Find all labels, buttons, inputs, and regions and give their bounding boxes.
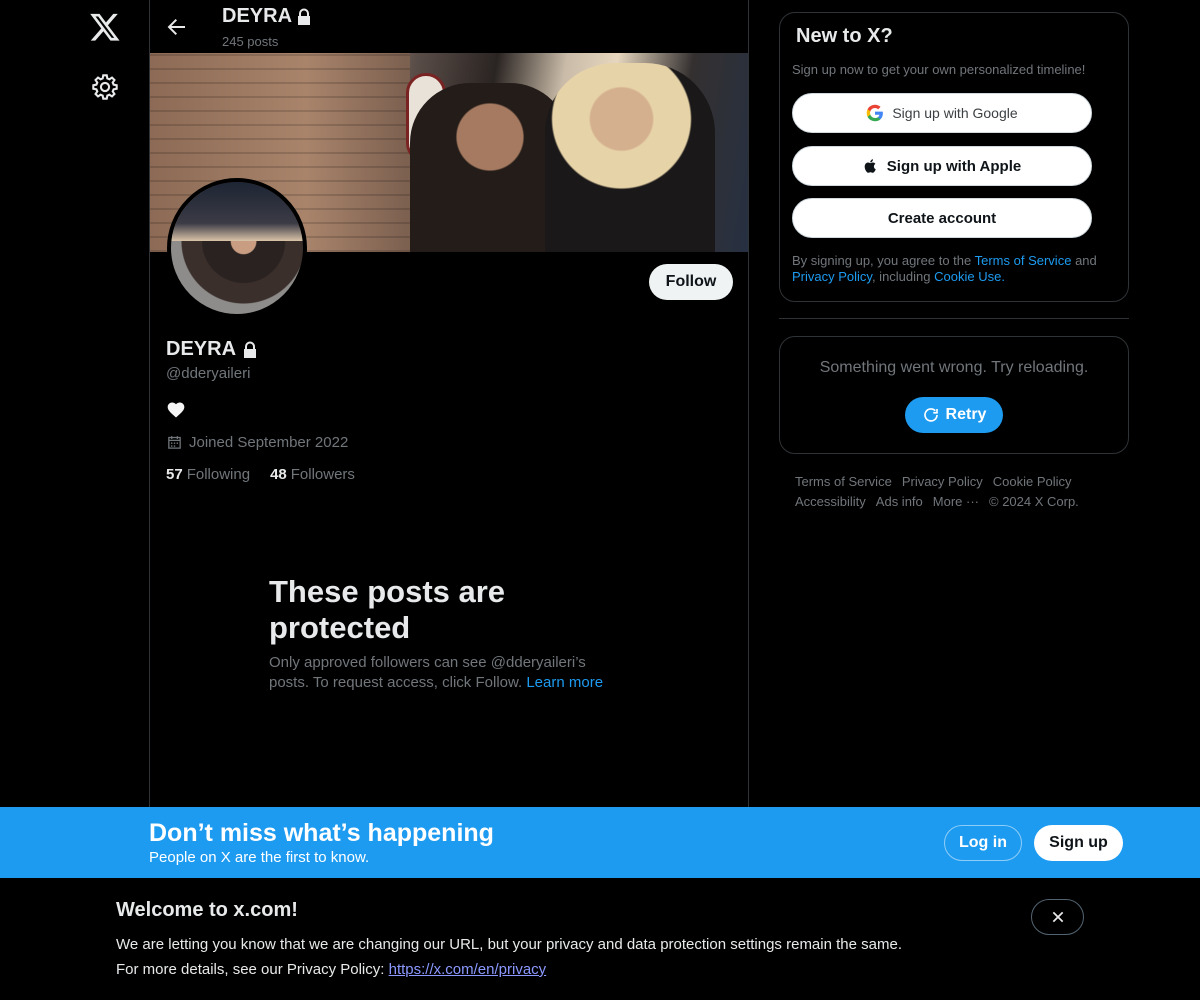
footer-terms[interactable]: Terms of Service bbox=[795, 474, 892, 489]
bottom-signup-bar: Don’t miss what’s happening People on X … bbox=[0, 807, 1200, 878]
join-date: Joined September 2022 bbox=[166, 434, 348, 451]
google-signup-button[interactable]: Sign up with Google bbox=[792, 93, 1092, 133]
heart-icon bbox=[167, 402, 185, 418]
terms-link[interactable]: Terms of Service bbox=[975, 253, 1072, 268]
apple-icon bbox=[864, 159, 876, 173]
avatar[interactable] bbox=[167, 178, 307, 318]
signup-title: New to X? bbox=[796, 25, 893, 47]
google-icon bbox=[867, 104, 884, 122]
signup-button[interactable]: Sign up bbox=[1034, 825, 1123, 861]
notice-line-2: For more details, see our Privacy Policy… bbox=[116, 961, 547, 978]
protected-title: These posts are protected bbox=[269, 574, 506, 645]
welcome-notice: Welcome to x.com! We are letting you kno… bbox=[0, 878, 1200, 1000]
footer-accessibility[interactable]: Accessibility bbox=[795, 494, 866, 509]
back-arrow-icon[interactable] bbox=[164, 15, 188, 39]
follow-stats: 57 Following 48 Followers bbox=[166, 466, 355, 483]
footer-ads-info[interactable]: Ads info bbox=[876, 494, 923, 509]
footer-links: Terms of Service Privacy Policy Cookie Pol… bbox=[795, 472, 1115, 512]
profile-header: DEYRA 245 posts bbox=[150, 0, 748, 53]
footer-privacy[interactable]: Privacy Policy bbox=[902, 474, 983, 489]
learn-more-link[interactable]: Learn more bbox=[526, 674, 603, 691]
bar-subtitle: People on X are the first to know. bbox=[149, 849, 370, 866]
apple-signup-button[interactable]: Sign up with Apple bbox=[792, 146, 1092, 186]
notice-line-1: We are letting you know that we are chan… bbox=[116, 936, 902, 953]
calendar-icon bbox=[168, 436, 181, 449]
bar-title: Don’t miss what’s happening bbox=[149, 819, 494, 847]
profile-name: DEYRA bbox=[166, 338, 258, 361]
header-name: DEYRA bbox=[222, 5, 312, 28]
post-count: 245 posts bbox=[222, 34, 279, 49]
footer-cookie[interactable]: Cookie Policy bbox=[993, 474, 1072, 489]
lock-icon bbox=[244, 341, 257, 358]
notice-title: Welcome to x.com! bbox=[116, 899, 298, 921]
join-date-text: Joined September 2022 bbox=[189, 434, 349, 451]
retry-button[interactable]: Retry bbox=[905, 397, 1003, 433]
signup-subtitle: Sign up now to get your own personalized… bbox=[792, 62, 1086, 77]
privacy-link[interactable]: Privacy Policy bbox=[792, 269, 872, 284]
header-name-text: DEYRA bbox=[222, 5, 293, 27]
signup-legal-text: By signing up, you agree to the Terms of… bbox=[792, 253, 1097, 284]
refresh-icon bbox=[923, 408, 938, 422]
error-message: Something went wrong. Try reloading. bbox=[819, 359, 1089, 376]
login-button[interactable]: Log in bbox=[944, 825, 1022, 861]
cookie-link[interactable]: Cookie Use. bbox=[934, 269, 1005, 284]
signup-card: New to X? Sign up now to get your own pe… bbox=[779, 12, 1129, 302]
profile-name-text: DEYRA bbox=[166, 338, 237, 360]
profile-column: DEYRA 245 posts Follow DEYRA @dderyailer… bbox=[149, 0, 749, 808]
footer-copyright: © 2024 X Corp. bbox=[989, 494, 1079, 509]
divider bbox=[779, 318, 1129, 319]
close-button[interactable] bbox=[1031, 899, 1084, 935]
error-card: Something went wrong. Try reloading. Ret… bbox=[779, 336, 1129, 454]
follow-button[interactable]: Follow bbox=[649, 264, 733, 300]
lock-icon bbox=[298, 8, 311, 25]
privacy-url-link[interactable]: https://x.com/en/privacy bbox=[389, 961, 547, 978]
create-account-button[interactable]: Create account bbox=[792, 198, 1092, 238]
footer-more[interactable]: More ··· bbox=[933, 494, 979, 509]
close-icon bbox=[1052, 911, 1063, 923]
followers-link[interactable]: 48 Followers bbox=[270, 466, 355, 483]
profile-handle: @dderyaileri bbox=[166, 365, 251, 382]
following-link[interactable]: 57 Following bbox=[166, 466, 250, 483]
gear-icon[interactable] bbox=[91, 73, 119, 101]
x-logo-icon[interactable] bbox=[89, 11, 121, 43]
protected-text: Only approved followers can see @dderyai… bbox=[269, 654, 604, 691]
